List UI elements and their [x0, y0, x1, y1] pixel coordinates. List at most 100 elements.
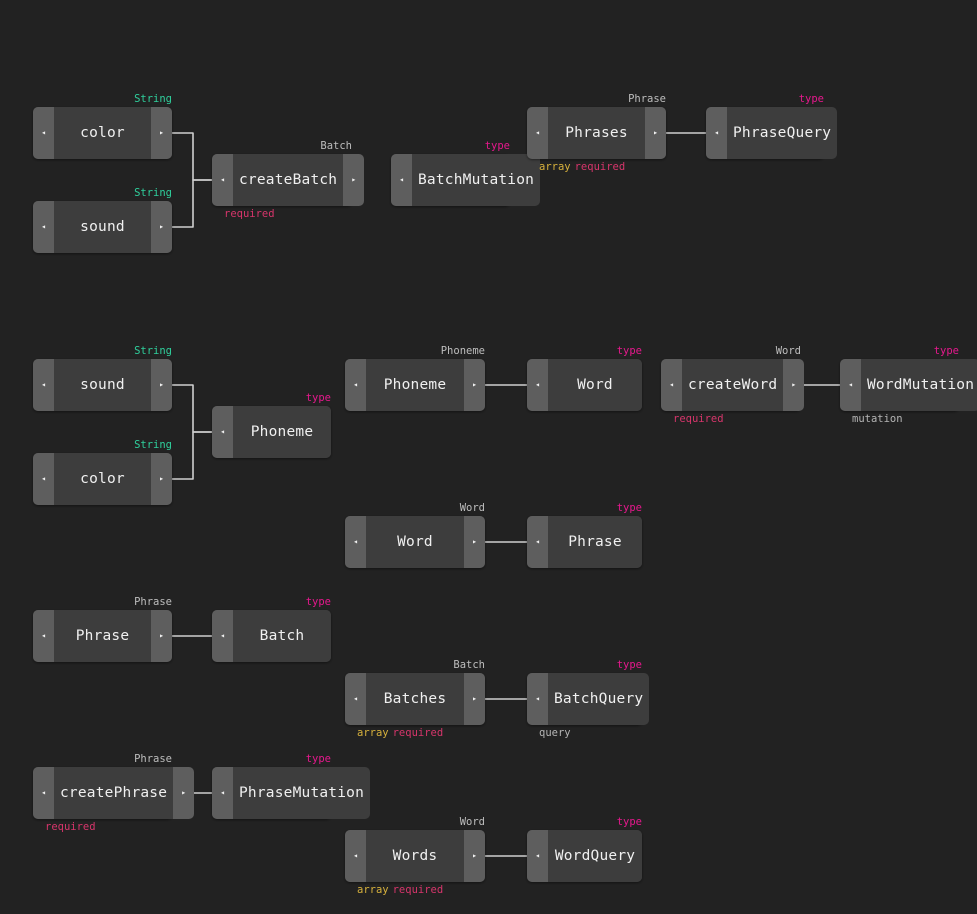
node-output-port-icon[interactable]: ▸	[464, 830, 485, 882]
graph-node-sound-2[interactable]: ◂ sound ▸	[33, 359, 172, 411]
node-input-port-icon[interactable]: ◂	[33, 201, 54, 253]
node-modifier-label: required	[45, 821, 96, 833]
node-title: createPhrase	[54, 767, 174, 819]
node-output-port-icon[interactable]: ▸	[151, 201, 172, 253]
node-input-port-icon[interactable]: ◂	[527, 830, 548, 882]
graph-node-Batch-type[interactable]: ◂ Batch	[212, 610, 331, 662]
node-type-label: String	[134, 345, 172, 357]
node-modifier-label: required	[392, 884, 444, 896]
graph-node-BatchQuery[interactable]: ◂ BatchQuery	[527, 673, 650, 725]
node-output-port-icon[interactable]: ▸	[151, 359, 172, 411]
node-modifier-labels: array required	[357, 884, 443, 896]
graph-node-Word-src[interactable]: ◂ Word ▸	[345, 516, 485, 568]
node-title: Word	[366, 516, 464, 568]
node-type-label: type	[616, 502, 642, 514]
node-output-port-icon[interactable]: ▸	[783, 359, 805, 411]
node-title: BatchQuery	[548, 673, 650, 725]
node-input-port-icon[interactable]: ◂	[661, 359, 682, 411]
node-output-port-icon[interactable]: ▸	[151, 453, 172, 505]
graph-node-sound-1[interactable]: ◂ sound ▸	[33, 201, 172, 253]
graph-node-Batches[interactable]: ◂ Batches ▸	[345, 673, 485, 725]
node-input-port-icon[interactable]: ◂	[527, 673, 548, 725]
node-output-port-icon[interactable]: ▸	[645, 107, 666, 159]
node-output-port-icon[interactable]: ▸	[343, 154, 365, 206]
node-title: color	[54, 453, 151, 505]
graph-node-createPhrase[interactable]: ◂ createPhrase ▸	[33, 767, 195, 819]
node-output-port-icon[interactable]: ▸	[464, 516, 485, 568]
graph-node-color-2[interactable]: ◂ color ▸	[33, 453, 172, 505]
node-type-label: Phrase	[628, 93, 666, 105]
node-modifier-label: required	[224, 208, 275, 220]
node-title: Phoneme	[233, 406, 331, 458]
node-type-label: Batch	[320, 140, 352, 152]
node-input-port-icon[interactable]: ◂	[33, 453, 54, 505]
node-input-port-icon[interactable]: ◂	[212, 610, 233, 662]
node-input-port-icon[interactable]: ◂	[345, 359, 366, 411]
node-output-port-icon[interactable]: ▸	[464, 359, 485, 411]
graph-node-PhraseQuery[interactable]: ◂ PhraseQuery	[706, 107, 838, 159]
node-input-port-icon[interactable]: ◂	[345, 673, 366, 725]
node-modifier-label: array	[357, 727, 389, 739]
node-modifier-labels: required	[45, 821, 96, 833]
node-input-port-icon[interactable]: ◂	[527, 516, 548, 568]
graph-node-color-1[interactable]: ◂ color ▸	[33, 107, 172, 159]
node-input-port-icon[interactable]: ◂	[391, 154, 412, 206]
node-modifier-label: query	[539, 727, 571, 739]
node-title: createBatch	[233, 154, 344, 206]
node-input-port-icon[interactable]: ◂	[527, 107, 548, 159]
node-modifier-label: array	[539, 161, 571, 173]
graph-node-Phrase-type[interactable]: ◂ Phrase	[527, 516, 642, 568]
node-output-port-icon[interactable]: ▸	[464, 673, 485, 725]
graph-node-Words[interactable]: ◂ Words ▸	[345, 830, 485, 882]
node-title: color	[54, 107, 151, 159]
graph-node-Phrase-src[interactable]: ◂ Phrase ▸	[33, 610, 172, 662]
graph-node-Phoneme-src[interactable]: ◂ Phoneme ▸	[345, 359, 485, 411]
node-input-port-icon[interactable]: ◂	[33, 359, 54, 411]
edge	[171, 384, 213, 433]
node-type-label: Word	[459, 502, 485, 514]
node-output-port-icon[interactable]: ▸	[151, 107, 172, 159]
node-type-label: Word	[775, 345, 801, 357]
node-modifier-label: array	[357, 884, 389, 896]
node-title: sound	[54, 201, 151, 253]
node-type-label: type	[484, 140, 510, 152]
node-modifier-labels: required	[224, 208, 275, 220]
node-input-port-icon[interactable]: ◂	[840, 359, 861, 411]
node-input-port-icon[interactable]: ◂	[212, 406, 233, 458]
edge	[171, 132, 213, 181]
node-title: createWord	[682, 359, 784, 411]
node-output-port-icon[interactable]: ▸	[151, 610, 172, 662]
node-type-label: String	[134, 93, 172, 105]
node-type-label: String	[134, 439, 172, 451]
node-type-label: type	[305, 753, 331, 765]
node-input-port-icon[interactable]: ◂	[212, 767, 233, 819]
graph-node-createWord[interactable]: ◂ createWord ▸	[661, 359, 805, 411]
node-output-port-icon[interactable]: ▸	[173, 767, 195, 819]
node-type-label: type	[933, 345, 959, 357]
node-input-port-icon[interactable]: ◂	[33, 610, 54, 662]
node-title: WordQuery	[548, 830, 642, 882]
node-input-port-icon[interactable]: ◂	[345, 830, 366, 882]
graph-node-createBatch[interactable]: ◂ createBatch ▸	[212, 154, 365, 206]
node-input-port-icon[interactable]: ◂	[33, 767, 54, 819]
graph-node-Phoneme-target[interactable]: ◂ Phoneme	[212, 406, 331, 458]
node-title: Words	[366, 830, 464, 882]
node-title: Word	[548, 359, 642, 411]
graph-node-Word-type[interactable]: ◂ Word	[527, 359, 642, 411]
node-type-label: type	[616, 345, 642, 357]
node-input-port-icon[interactable]: ◂	[212, 154, 233, 206]
node-input-port-icon[interactable]: ◂	[345, 516, 366, 568]
graph-canvas[interactable]: ◂ color ▸ String ◂ sound ▸ String ◂ createBatch ▸ B…	[0, 0, 977, 914]
node-input-port-icon[interactable]: ◂	[527, 359, 548, 411]
node-modifier-labels: query	[539, 727, 571, 739]
node-modifier-label: required	[673, 413, 724, 425]
graph-node-WordMutation[interactable]: ◂ WordMutation	[840, 359, 977, 411]
node-type-label: Batch	[453, 659, 485, 671]
graph-node-Phrases[interactable]: ◂ Phrases ▸	[527, 107, 666, 159]
graph-node-WordQuery[interactable]: ◂ WordQuery	[527, 830, 642, 882]
node-type-label: Word	[459, 816, 485, 828]
node-input-port-icon[interactable]: ◂	[706, 107, 727, 159]
graph-node-PhraseMutation[interactable]: ◂ PhraseMutation	[212, 767, 371, 819]
node-input-port-icon[interactable]: ◂	[33, 107, 54, 159]
graph-node-BatchMutation[interactable]: ◂ BatchMutation	[391, 154, 541, 206]
